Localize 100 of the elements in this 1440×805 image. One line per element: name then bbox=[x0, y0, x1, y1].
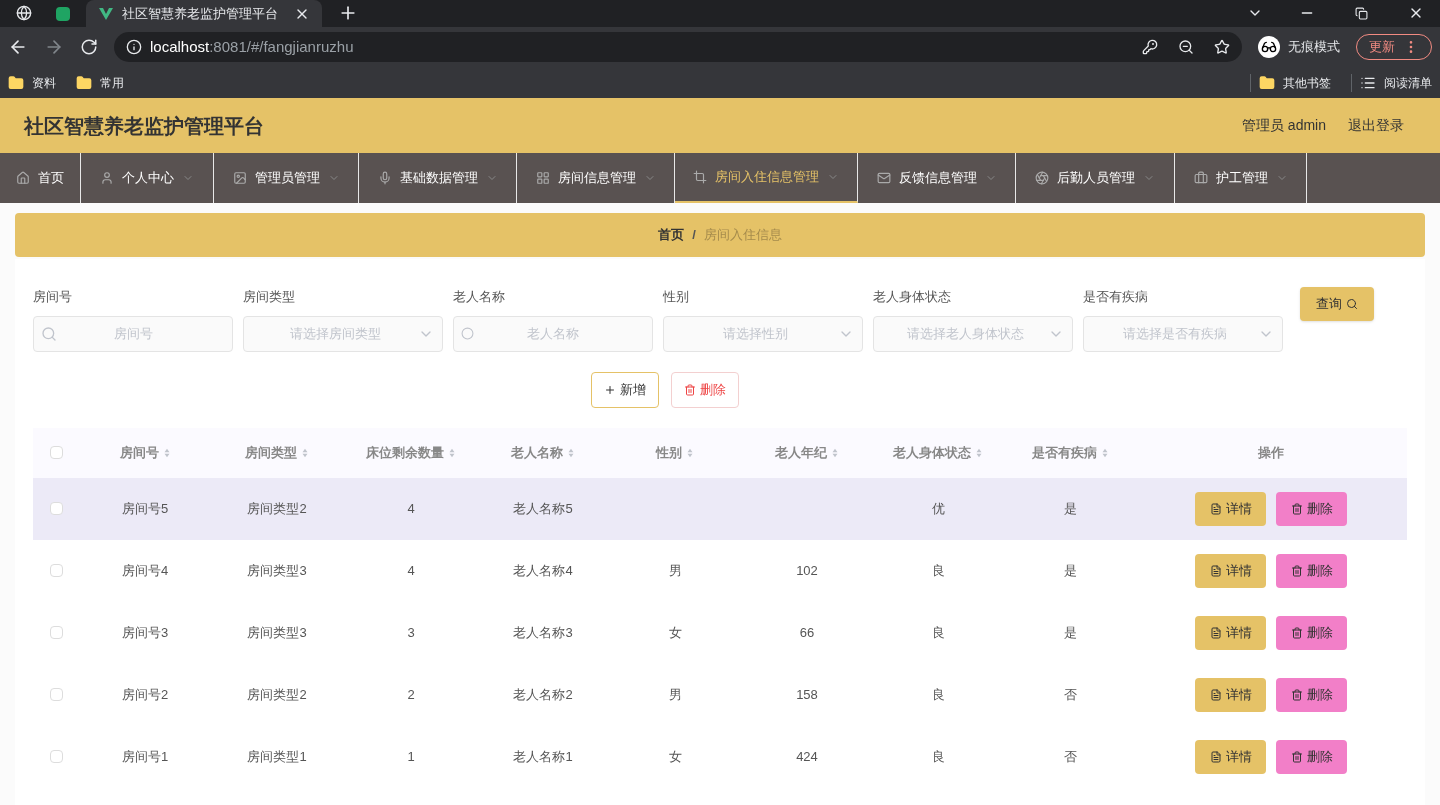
table-cell-text: 老人名称4 bbox=[513, 561, 573, 580]
filter-label: 是否有疾病 bbox=[1083, 288, 1149, 306]
nav-icon bbox=[1193, 171, 1208, 185]
table-cell-text: 是 bbox=[1063, 561, 1077, 580]
filter-label: 房间号 bbox=[33, 288, 73, 306]
table-cell-text: 房间号4 bbox=[121, 561, 169, 580]
column-header: 性别 bbox=[656, 443, 682, 462]
browser-tab[interactable]: 社区智慧养老监护管理平台 bbox=[86, 0, 322, 27]
globe-icon[interactable] bbox=[16, 5, 32, 21]
column-header: 是否有疾病 bbox=[1031, 443, 1097, 462]
table-cell-text: 房间类型1 bbox=[247, 747, 307, 766]
detail-button[interactable]: 详情 bbox=[1195, 553, 1266, 588]
nav-icon bbox=[693, 170, 707, 184]
table-cell-text: 良 bbox=[931, 685, 945, 704]
document-icon bbox=[1209, 502, 1222, 515]
table-cell-text: 房间号5 bbox=[121, 499, 169, 518]
table-cell-text: 优 bbox=[931, 499, 945, 518]
search-icon bbox=[41, 325, 57, 342]
table-row[interactable]: 房间号1 房间类型1 1 老人名称1 女 424 良 否 详情 删除 bbox=[33, 725, 1407, 788]
table-cell-text: 否 bbox=[1063, 747, 1077, 766]
table-cell-text: 否 bbox=[1063, 685, 1077, 704]
column-header: 床位剩余数量 bbox=[366, 443, 444, 462]
bookmark[interactable]: 阅读清单 bbox=[1351, 73, 1432, 92]
table-cell-text: 是 bbox=[1063, 623, 1077, 642]
trash-icon bbox=[1290, 502, 1303, 515]
table-cell-text: 男 bbox=[668, 685, 682, 704]
trash-icon bbox=[1290, 564, 1303, 577]
bookmark[interactable]: 资料 bbox=[8, 73, 56, 92]
bookmark[interactable]: 常用 bbox=[76, 73, 124, 92]
table-cell-text: 房间类型3 bbox=[247, 561, 307, 580]
table-row[interactable]: 房间号3 房间类型3 3 老人名称3 女 66 良 是 详情 删除 bbox=[33, 601, 1407, 664]
checkbox[interactable] bbox=[49, 688, 63, 701]
table-cell-text: 良 bbox=[931, 561, 945, 580]
table-row[interactable]: 房间号2 房间类型2 2 老人名称2 男 158 良 否 详情 删除 bbox=[33, 663, 1407, 726]
restore-icon[interactable] bbox=[1355, 7, 1368, 20]
nav-icon bbox=[16, 171, 30, 185]
table-cell-text: 女 bbox=[668, 747, 682, 766]
column-header: 老人名称 bbox=[511, 443, 563, 462]
bookmark[interactable]: 其他书签 bbox=[1250, 73, 1331, 92]
breadcrumb-item: 房间入住信息 bbox=[703, 226, 782, 245]
filter-label: 老人名称 bbox=[453, 288, 506, 306]
checkbox[interactable] bbox=[49, 750, 63, 763]
delete-button[interactable]: 删除 bbox=[1276, 491, 1347, 526]
table-row[interactable]: 房间号5 房间类型2 4 老人名称5 优 是 详情 删除 bbox=[33, 477, 1407, 540]
key-icon[interactable] bbox=[1142, 39, 1158, 55]
filter-label: 老人身体状态 bbox=[873, 288, 952, 306]
circle-icon bbox=[461, 326, 474, 340]
input-field[interactable]: 老人名称 bbox=[453, 315, 653, 352]
table-cell-text: 66 bbox=[799, 623, 815, 642]
delete-button[interactable]: 删除 bbox=[671, 371, 739, 408]
add-button[interactable]: 新增 bbox=[591, 371, 659, 408]
detail-button[interactable]: 详情 bbox=[1195, 491, 1266, 526]
folder-icon bbox=[76, 74, 92, 91]
table-cell-text: 3 bbox=[407, 623, 415, 642]
delete-button[interactable]: 删除 bbox=[1276, 553, 1347, 588]
document-icon bbox=[1209, 626, 1222, 639]
column-header: 老人年纪 bbox=[775, 443, 827, 462]
address-bar[interactable]: localhost:8081/#/fangjianruzhu bbox=[114, 32, 1242, 62]
folder-icon bbox=[1259, 74, 1275, 91]
table-cell-text: 2 bbox=[407, 685, 415, 704]
table-cell-text: 房间号2 bbox=[121, 685, 169, 704]
delete-button[interactable]: 删除 bbox=[1276, 677, 1347, 712]
detail-button[interactable]: 详情 bbox=[1195, 677, 1266, 712]
filter-label: 性别 bbox=[663, 288, 690, 306]
table-cell-text: 老人名称3 bbox=[513, 623, 573, 642]
url-text: localhost:8081/#/fangjianruzhu bbox=[150, 36, 354, 57]
table-cell-text: 良 bbox=[931, 623, 945, 642]
table-cell-text: 4 bbox=[407, 499, 415, 518]
trash-icon bbox=[1290, 750, 1303, 763]
table-cell-text: 男 bbox=[668, 561, 682, 580]
delete-button[interactable]: 删除 bbox=[1276, 615, 1347, 650]
incognito-button[interactable]: 无痕模式 bbox=[1258, 36, 1340, 58]
table-cell-text: 424 bbox=[796, 747, 818, 766]
checkbox[interactable] bbox=[49, 502, 63, 515]
tab-title: 社区智慧养老监护管理平台 bbox=[122, 4, 279, 23]
checkbox[interactable] bbox=[49, 626, 63, 639]
table-cell-text: 房间号3 bbox=[121, 623, 169, 642]
table-cell-text: 房间类型3 bbox=[247, 623, 307, 642]
logout-link[interactable]: 退出登录 bbox=[1348, 115, 1404, 136]
detail-button[interactable]: 详情 bbox=[1195, 739, 1266, 774]
info-icon bbox=[126, 39, 142, 55]
search-button[interactable]: 查询 bbox=[1300, 287, 1374, 321]
table-cell-text: 4 bbox=[407, 561, 415, 580]
delete-button[interactable]: 删除 bbox=[1276, 739, 1347, 774]
breadcrumb-item[interactable]: 首页 bbox=[658, 225, 685, 245]
table-cell-text: 老人名称2 bbox=[513, 685, 573, 704]
table-cell-text: 房间类型2 bbox=[247, 685, 307, 704]
document-icon bbox=[1209, 750, 1222, 763]
detail-button[interactable]: 详情 bbox=[1195, 615, 1266, 650]
table-row[interactable]: 房间号4 房间类型3 4 老人名称4 男 102 良 是 详情 删除 bbox=[33, 539, 1407, 602]
reload-icon[interactable] bbox=[80, 38, 98, 56]
table-cell-text: 房间类型2 bbox=[247, 499, 307, 518]
v-logo-icon bbox=[98, 5, 114, 22]
checkbox[interactable] bbox=[49, 564, 63, 577]
search-icon bbox=[1346, 298, 1358, 310]
table-cell-text: 老人名称5 bbox=[513, 499, 573, 518]
star-icon[interactable] bbox=[1214, 39, 1230, 55]
zoom-icon[interactable] bbox=[1178, 39, 1194, 55]
column-header: 房间类型 bbox=[245, 443, 297, 462]
checkbox[interactable] bbox=[49, 446, 63, 459]
